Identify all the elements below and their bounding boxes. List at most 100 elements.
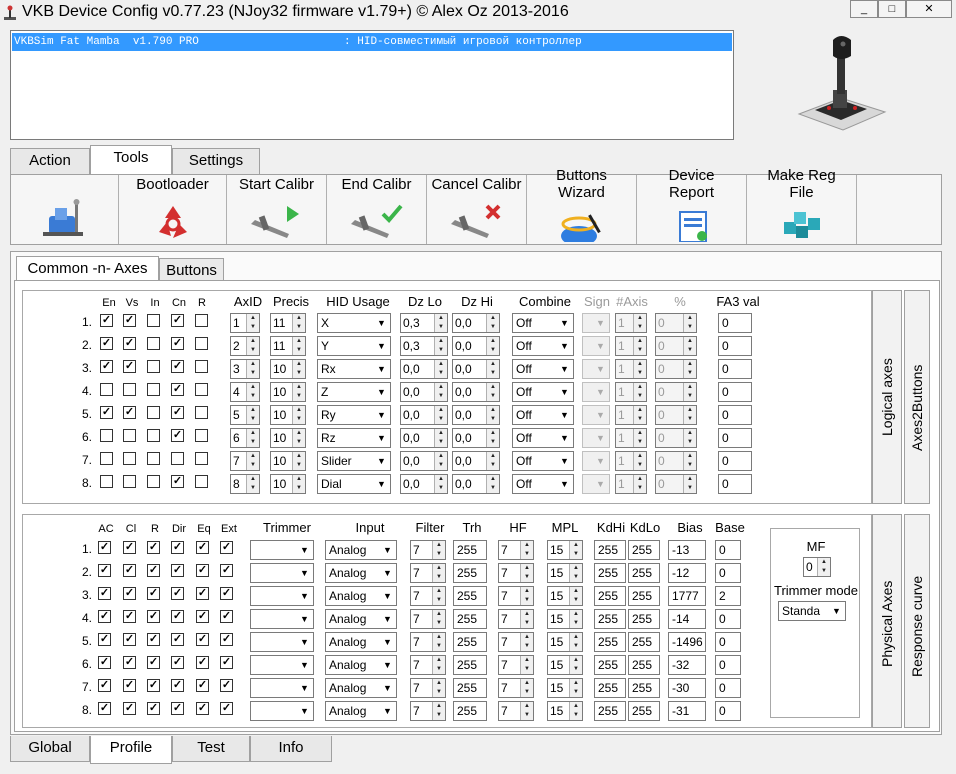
trimmer-select[interactable]: ▼	[250, 563, 314, 583]
ext-checkbox[interactable]: ✓	[220, 541, 233, 554]
spin-arrows-icon[interactable]: ▲ ▼	[520, 610, 533, 628]
cl-checkbox[interactable]: ✓	[123, 541, 136, 554]
sign-select[interactable]: ▼	[582, 382, 610, 402]
input-select[interactable]: Analog ▼	[325, 701, 397, 721]
trh-field[interactable]: 255	[453, 563, 487, 583]
hf-spinner[interactable]: 7 ▲ ▼	[498, 609, 534, 629]
combine-select[interactable]: Off ▼	[512, 359, 574, 379]
combine-select[interactable]: Off ▼	[512, 451, 574, 471]
spin-arrows-icon[interactable]: ▲ ▼	[434, 475, 447, 493]
bias-field[interactable]: 1777	[668, 586, 706, 606]
kdhi-field[interactable]: 255	[594, 563, 626, 583]
sign-select[interactable]: ▼	[582, 428, 610, 448]
spin-arrows-icon[interactable]: ▲ ▼	[486, 429, 499, 447]
spin-arrows-icon[interactable]: ▲ ▼	[432, 656, 445, 674]
spin-arrows-icon[interactable]: ▲ ▼	[569, 587, 582, 605]
kdlo-field[interactable]: 255	[628, 540, 660, 560]
precis-spinner[interactable]: 11 ▲ ▼	[270, 336, 306, 356]
r-checkbox[interactable]	[195, 314, 208, 327]
spin-arrows-icon[interactable]: ▲ ▼	[292, 475, 305, 493]
spin-arrows-icon[interactable]: ▲ ▼	[292, 314, 305, 332]
filter-spinner[interactable]: 7 ▲ ▼	[410, 563, 446, 583]
make-reg-file-button[interactable]: Make Reg File	[747, 167, 857, 244]
spin-arrows-icon[interactable]: ▲ ▼	[246, 314, 259, 332]
bias-field[interactable]: -30	[668, 678, 706, 698]
combine-select[interactable]: Off ▼	[512, 382, 574, 402]
input-select[interactable]: Analog ▼	[325, 678, 397, 698]
trh-field[interactable]: 255	[453, 655, 487, 675]
en-checkbox[interactable]: ✓	[100, 360, 113, 373]
precis-spinner[interactable]: 10 ▲ ▼	[270, 428, 306, 448]
fa3-val-field[interactable]: 0	[718, 382, 752, 402]
spin-arrows-icon[interactable]: ▲ ▼	[569, 610, 582, 628]
pct-spinner[interactable]: 0 ▲ ▼	[655, 336, 697, 356]
dz-hi-spinner[interactable]: 0,0 ▲ ▼	[452, 474, 500, 494]
pct-spinner[interactable]: 0 ▲ ▼	[655, 382, 697, 402]
cn-checkbox[interactable]	[171, 452, 184, 465]
combine-select[interactable]: Off ▼	[512, 405, 574, 425]
pct-spinner[interactable]: 0 ▲ ▼	[655, 359, 697, 379]
spin-arrows-icon[interactable]: ▲ ▼	[520, 587, 533, 605]
r-checkbox[interactable]: ✓	[147, 679, 160, 692]
spin-arrows-icon[interactable]: ▲ ▼	[434, 429, 447, 447]
spin-arrows-icon[interactable]: ▲ ▼	[432, 610, 445, 628]
dz-lo-spinner[interactable]: 0,0 ▲ ▼	[400, 451, 448, 471]
start-calibr-button[interactable]: Start Calibr	[227, 175, 327, 244]
trimmer-select[interactable]: ▼	[250, 632, 314, 652]
end-calibr-button[interactable]: End Calibr	[327, 175, 427, 244]
trimmer-select[interactable]: ▼	[250, 586, 314, 606]
cancel-calibr-button[interactable]: Cancel Calibr	[427, 175, 527, 244]
r-checkbox[interactable]: ✓	[147, 564, 160, 577]
mpl-spinner[interactable]: 15 ▲ ▼	[547, 540, 583, 560]
buttons-wizard-button[interactable]: Buttons Wizard	[527, 167, 637, 244]
spin-arrows-icon[interactable]: ▲ ▼	[292, 360, 305, 378]
mf-spinner[interactable]: 0 ▲ ▼	[803, 557, 831, 577]
spin-arrows-icon[interactable]: ▲ ▼	[633, 314, 646, 332]
kdlo-field[interactable]: 255	[628, 586, 660, 606]
spin-arrows-icon[interactable]: ▲ ▼	[683, 429, 696, 447]
spin-arrows-icon[interactable]: ▲ ▼	[569, 541, 582, 559]
bias-field[interactable]: -32	[668, 655, 706, 675]
spin-arrows-icon[interactable]: ▲ ▼	[292, 383, 305, 401]
en-checkbox[interactable]	[100, 429, 113, 442]
cl-checkbox[interactable]: ✓	[123, 610, 136, 623]
spin-arrows-icon[interactable]: ▲ ▼	[486, 383, 499, 401]
kdlo-field[interactable]: 255	[628, 632, 660, 652]
hf-spinner[interactable]: 7 ▲ ▼	[498, 586, 534, 606]
r-checkbox[interactable]	[195, 337, 208, 350]
trimmer-select[interactable]: ▼	[250, 609, 314, 629]
spin-arrows-icon[interactable]: ▲ ▼	[683, 406, 696, 424]
eq-checkbox[interactable]: ✓	[196, 541, 209, 554]
axis-spinner[interactable]: 1 ▲ ▼	[615, 359, 647, 379]
spin-arrows-icon[interactable]: ▲ ▼	[292, 452, 305, 470]
dz-lo-spinner[interactable]: 0,0 ▲ ▼	[400, 382, 448, 402]
spin-arrows-icon[interactable]: ▲ ▼	[520, 679, 533, 697]
mpl-spinner[interactable]: 15 ▲ ▼	[547, 701, 583, 721]
spin-arrows-icon[interactable]: ▲ ▼	[292, 429, 305, 447]
dz-hi-spinner[interactable]: 0,0 ▲ ▼	[452, 359, 500, 379]
sign-select[interactable]: ▼	[582, 359, 610, 379]
spin-arrows-icon[interactable]: ▲ ▼	[569, 702, 582, 720]
spin-arrows-icon[interactable]: ▲ ▼	[520, 656, 533, 674]
hid-usage-select[interactable]: Dial ▼	[317, 474, 391, 494]
ext-checkbox[interactable]: ✓	[220, 587, 233, 600]
trh-field[interactable]: 255	[453, 701, 487, 721]
combine-select[interactable]: Off ▼	[512, 474, 574, 494]
dir-checkbox[interactable]: ✓	[171, 633, 184, 646]
axis-spinner[interactable]: 1 ▲ ▼	[615, 428, 647, 448]
cl-checkbox[interactable]: ✓	[123, 702, 136, 715]
kdhi-field[interactable]: 255	[594, 586, 626, 606]
axis-spinner[interactable]: 1 ▲ ▼	[615, 405, 647, 425]
trimmer-select[interactable]: ▼	[250, 678, 314, 698]
dz-hi-spinner[interactable]: 0,0 ▲ ▼	[452, 451, 500, 471]
spin-arrows-icon[interactable]: ▲ ▼	[569, 679, 582, 697]
ac-checkbox[interactable]: ✓	[98, 541, 111, 554]
mpl-spinner[interactable]: 15 ▲ ▼	[547, 655, 583, 675]
spin-arrows-icon[interactable]: ▲ ▼	[633, 337, 646, 355]
fa3-val-field[interactable]: 0	[718, 428, 752, 448]
dir-checkbox[interactable]: ✓	[171, 610, 184, 623]
tab-info[interactable]: Info	[250, 736, 332, 762]
cl-checkbox[interactable]: ✓	[123, 633, 136, 646]
kdhi-field[interactable]: 255	[594, 655, 626, 675]
r-checkbox[interactable]	[195, 360, 208, 373]
